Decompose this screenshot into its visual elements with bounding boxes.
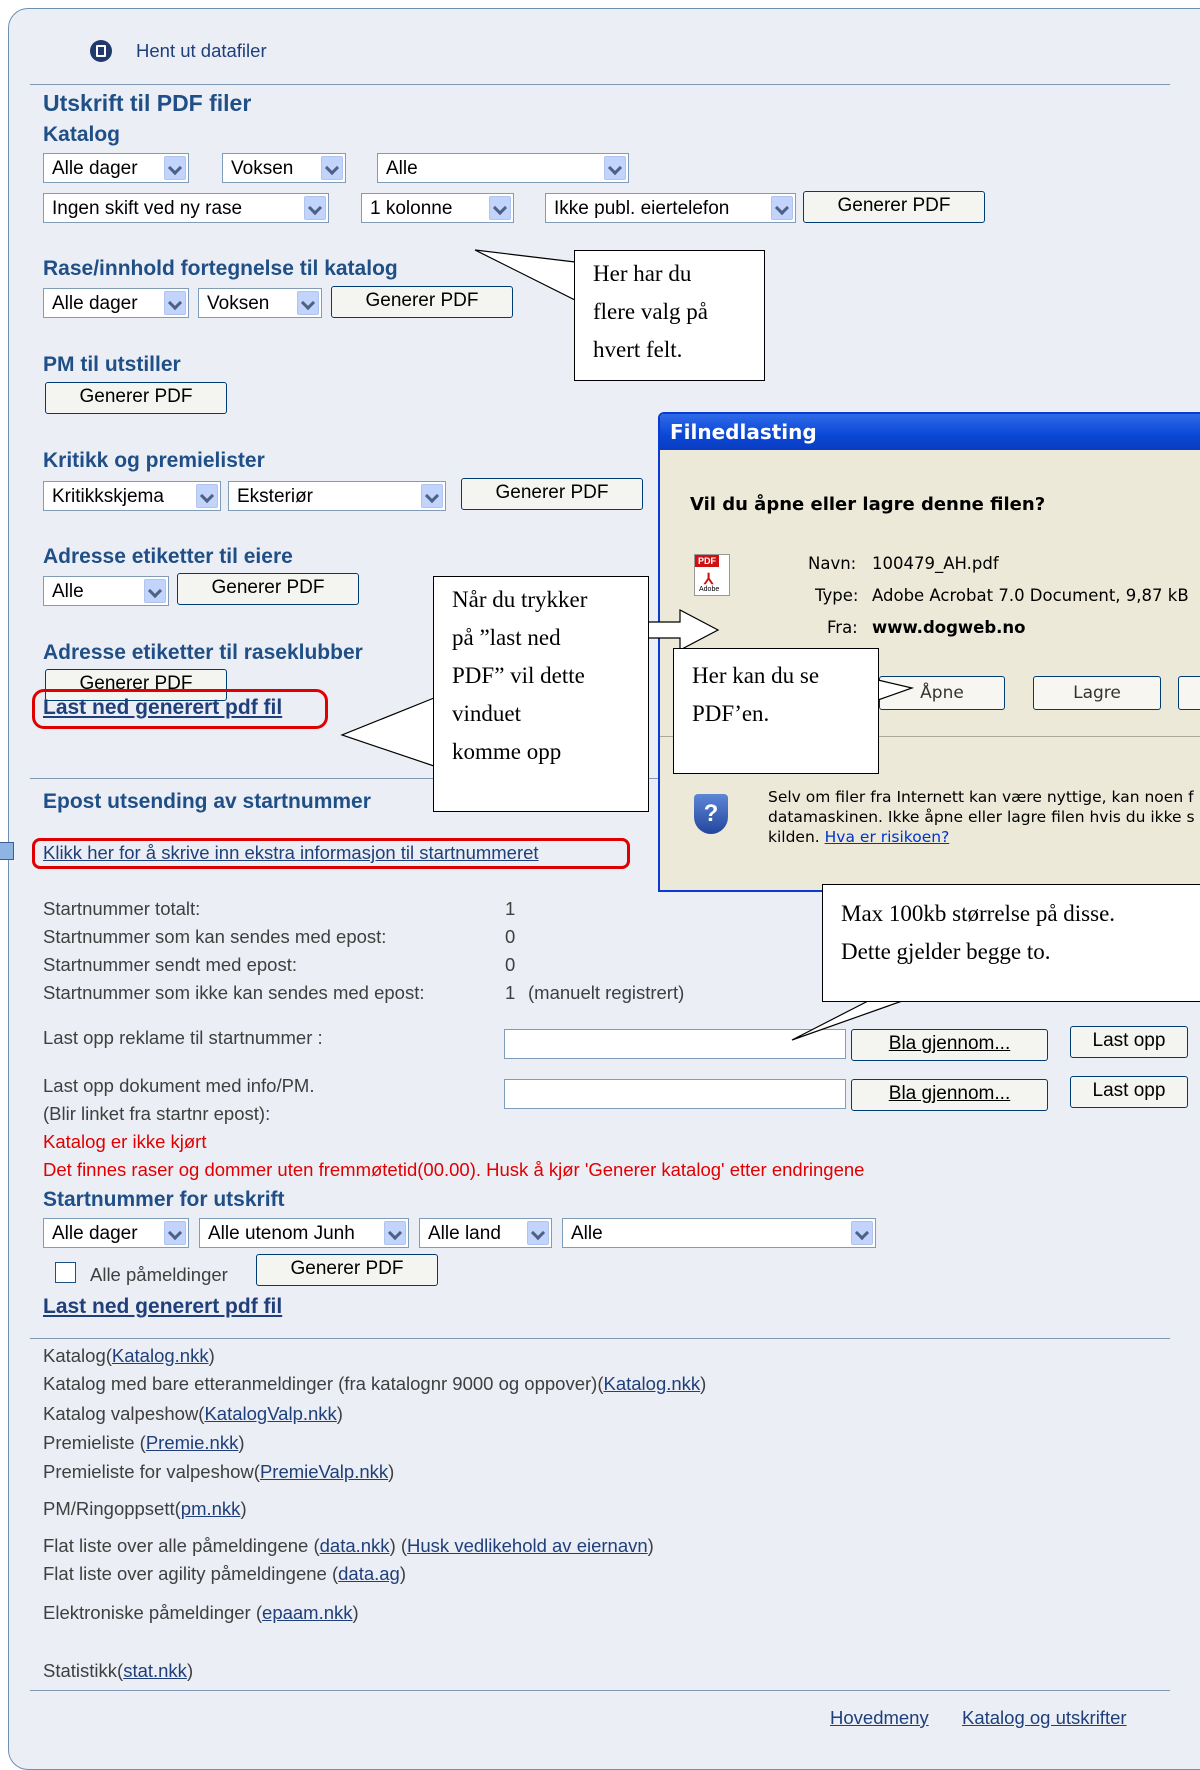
callout-2-pointer — [340, 697, 435, 767]
callout-max-size: Max 100kb størrelse på disse. Dette gjeld… — [822, 884, 1200, 1002]
callout-view-pdf: Her kan du se PDF’en. — [673, 648, 879, 774]
callout-1-pointer — [474, 249, 576, 301]
callout-4-pointer — [791, 999, 906, 1041]
callout-download: Når du trykker på ”last ned PDF” vil dette… — [433, 576, 649, 812]
callout-3-pointer — [877, 679, 915, 701]
callout-options: Her har du flere valg på hvert felt. — [574, 250, 765, 381]
